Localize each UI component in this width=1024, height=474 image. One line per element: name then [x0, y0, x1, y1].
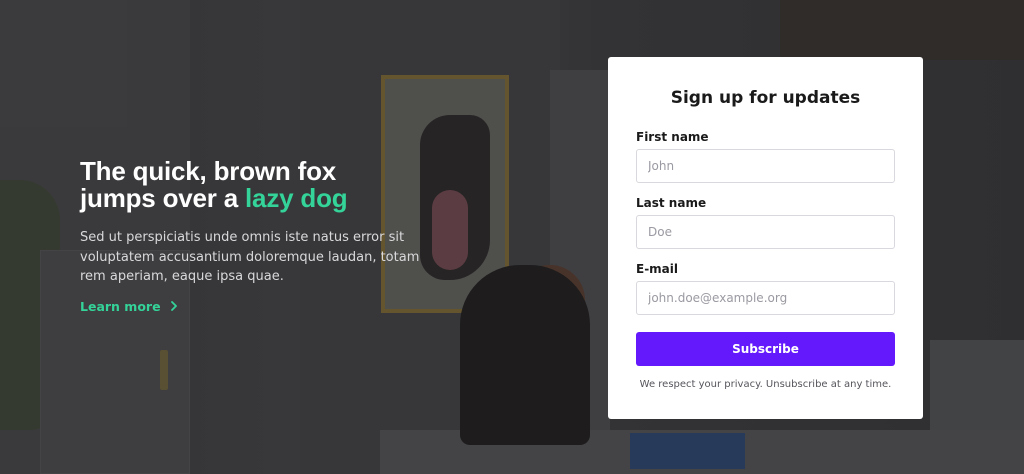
signup-card: Sign up for updates First name Last name…	[608, 57, 923, 419]
chevron-right-icon	[169, 299, 179, 314]
hero-title-accent: lazy dog	[245, 183, 348, 213]
email-field-group: E-mail	[636, 262, 895, 315]
first-name-field-group: First name	[636, 130, 895, 183]
email-input[interactable]	[636, 281, 895, 315]
hero-title-line2: jumps over a	[80, 183, 246, 213]
hero-title: The quick, brown fox jumps over a lazy d…	[80, 158, 430, 212]
first-name-label: First name	[636, 130, 709, 144]
hero-title-line1: The quick, brown fox	[80, 156, 337, 186]
learn-more-link[interactable]: Learn more	[80, 299, 179, 314]
signup-title: Sign up for updates	[670, 88, 861, 108]
learn-more-label: Learn more	[80, 298, 161, 314]
first-name-input[interactable]	[636, 149, 895, 183]
last-name-input[interactable]	[636, 215, 895, 249]
subscribe-button[interactable]: Subscribe	[636, 332, 895, 366]
hero-description: Sed ut perspiciatis unde omnis iste natu…	[80, 230, 420, 284]
last-name-label: Last name	[636, 196, 707, 210]
email-label: E-mail	[636, 262, 679, 276]
hero-copy: The quick, brown fox jumps over a lazy d…	[80, 158, 430, 315]
privacy-note: We respect your privacy. Unsubscribe at …	[639, 379, 892, 390]
hero-section: The quick, brown fox jumps over a lazy d…	[0, 0, 1024, 474]
last-name-field-group: Last name	[636, 196, 895, 249]
